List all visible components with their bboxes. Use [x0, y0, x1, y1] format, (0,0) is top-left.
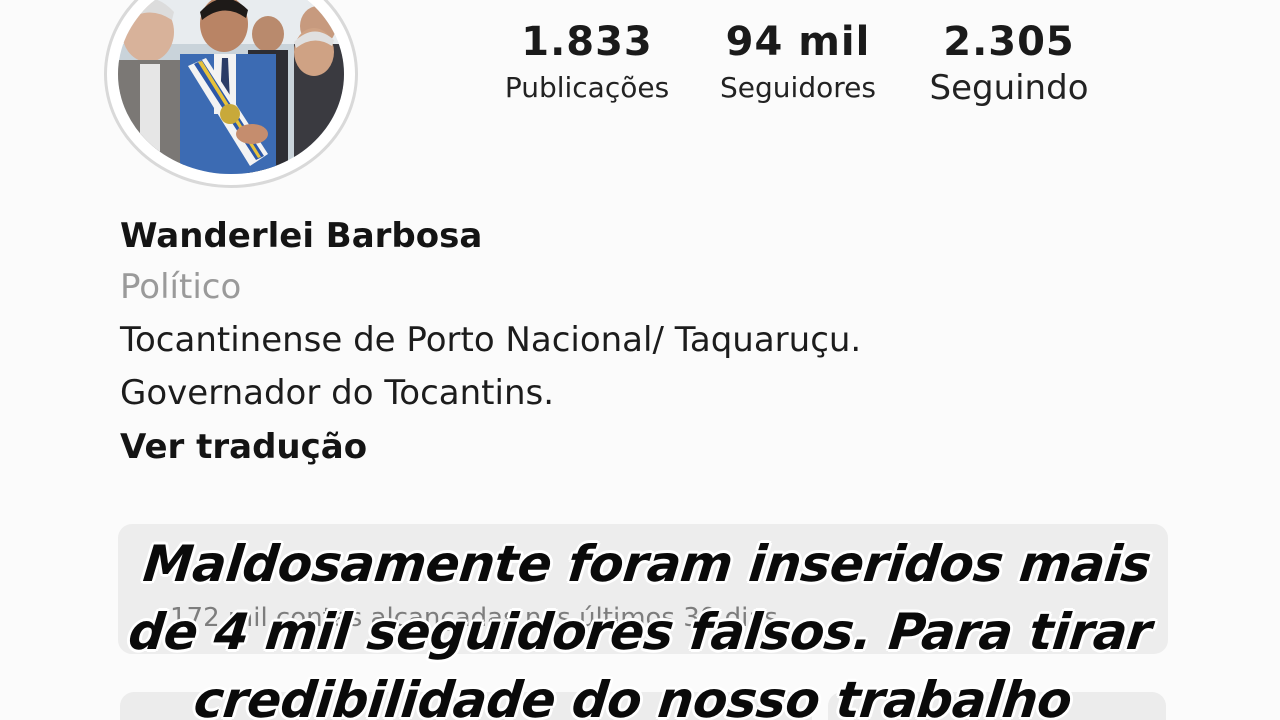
- following-stat[interactable]: 2.305 Seguindo: [912, 16, 1106, 108]
- caption-line: credibilidade do nosso trabalho: [191, 671, 1075, 720]
- following-label: Seguindo: [929, 68, 1089, 108]
- caption-line: Maldosamente foram inseridos mais: [140, 535, 1154, 593]
- instagram-profile-screen: 1.833 Publicações 94 mil Seguidores 2.30…: [0, 0, 1280, 720]
- followers-count: 94 mil: [725, 19, 871, 65]
- posts-count: 1.833: [521, 19, 653, 65]
- posts-label: Publicações: [504, 71, 670, 104]
- profile-name: Wanderlei Barbosa: [120, 216, 483, 256]
- followers-stat[interactable]: 94 mil Seguidores: [700, 16, 896, 108]
- bio-line: Governador do Tocantins.: [120, 373, 555, 413]
- followers-label: Seguidores: [720, 71, 876, 104]
- following-count: 2.305: [943, 19, 1075, 65]
- see-translation-link[interactable]: Ver tradução: [120, 420, 1120, 474]
- posts-stat[interactable]: 1.833 Publicações: [492, 16, 682, 108]
- caption-line: de 4 mil seguidores falsos. Para tirar: [125, 603, 1155, 661]
- overlay-caption: Maldosamente foram inseridos mais de 4 m…: [0, 530, 1280, 720]
- profile-category: Político: [120, 267, 242, 307]
- profile-bio: Wanderlei Barbosa Político Tocantinense …: [120, 212, 1120, 474]
- bio-line: Tocantinense de Porto Nacional/ Taquaruç…: [120, 320, 862, 360]
